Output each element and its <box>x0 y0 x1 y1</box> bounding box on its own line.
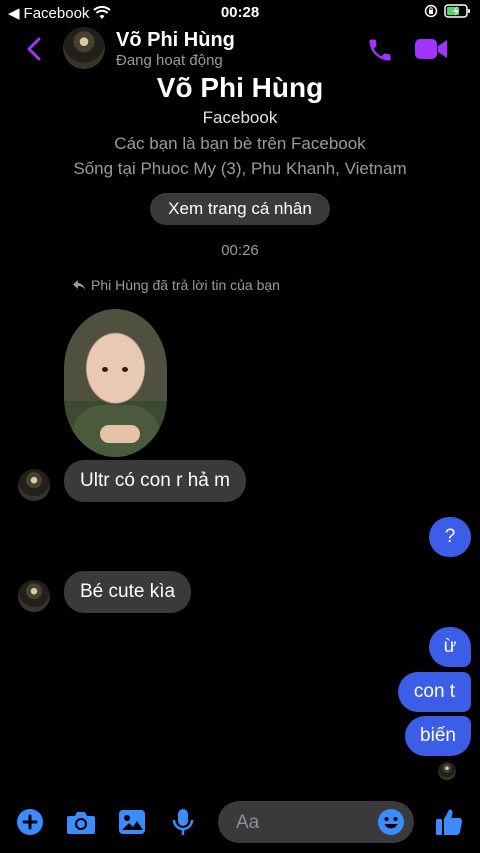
orientation-lock-icon <box>424 4 438 18</box>
image-message[interactable] <box>64 309 167 457</box>
friends-note: Các bạn là bạn bè trên Facebook <box>114 134 366 153</box>
back-icon[interactable] <box>26 36 42 62</box>
more-actions-button[interactable] <box>13 805 47 839</box>
view-profile-button[interactable]: Xem trang cá nhân <box>150 193 330 225</box>
status-right <box>424 4 472 18</box>
photo-hand <box>100 425 140 443</box>
reply-note-text: Phi Hùng đã trả lời tin của bạn <box>91 277 280 293</box>
contact-name[interactable]: Võ Phi Hùng <box>116 29 235 52</box>
incoming-message[interactable]: Bé cute kìa <box>64 571 192 613</box>
camera-icon <box>67 812 95 834</box>
outgoing-message[interactable]: con t <box>398 672 471 712</box>
profile-name: Võ Phi Hùng <box>156 72 324 103</box>
photo-eye-left <box>102 367 108 372</box>
status-bar: ◀ Facebook 00:28 <box>0 0 480 24</box>
sender-avatar[interactable] <box>18 580 50 612</box>
chat-header: Võ Phi Hùng Đang hoạt động <box>0 24 480 74</box>
emoji-icon[interactable] <box>376 807 406 837</box>
plus-circle-icon <box>17 809 43 835</box>
message-placeholder: Aa <box>236 812 260 833</box>
sender-avatar[interactable] <box>18 469 50 501</box>
phone-call-icon[interactable] <box>366 36 394 64</box>
seen-receipt-avatar <box>438 762 456 780</box>
message-input[interactable]: Aa <box>218 801 414 843</box>
profile-location: Sống tại Phuoc My (3), Phu Khanh, Vietna… <box>73 159 407 178</box>
voice-button[interactable] <box>166 805 200 839</box>
outgoing-message[interactable]: ừ <box>429 627 471 667</box>
message-timestamp: 00:26 <box>221 242 259 259</box>
thumbs-up-icon <box>436 809 463 836</box>
outgoing-message[interactable]: biến <box>405 716 471 756</box>
contact-avatar[interactable] <box>63 27 105 69</box>
video-call-icon[interactable] <box>414 37 448 61</box>
outgoing-message[interactable]: ? <box>429 517 471 557</box>
profile-source: Facebook <box>202 108 278 127</box>
composer-bar: Aa <box>0 795 480 853</box>
battery-charging-icon <box>444 4 470 18</box>
camera-button[interactable] <box>64 805 98 839</box>
reply-arrow-icon <box>73 280 85 290</box>
clock: 00:28 <box>220 4 260 21</box>
reply-note: Phi Hùng đã trả lời tin của bạn <box>72 277 280 293</box>
gallery-button[interactable] <box>115 805 149 839</box>
microphone-icon <box>172 809 194 835</box>
image-icon <box>119 810 145 834</box>
active-status: Đang hoạt động <box>116 52 223 69</box>
photo-eye-right <box>122 367 128 372</box>
like-button[interactable] <box>432 805 466 839</box>
incoming-message[interactable]: Ultr có con r hả m <box>64 460 246 502</box>
